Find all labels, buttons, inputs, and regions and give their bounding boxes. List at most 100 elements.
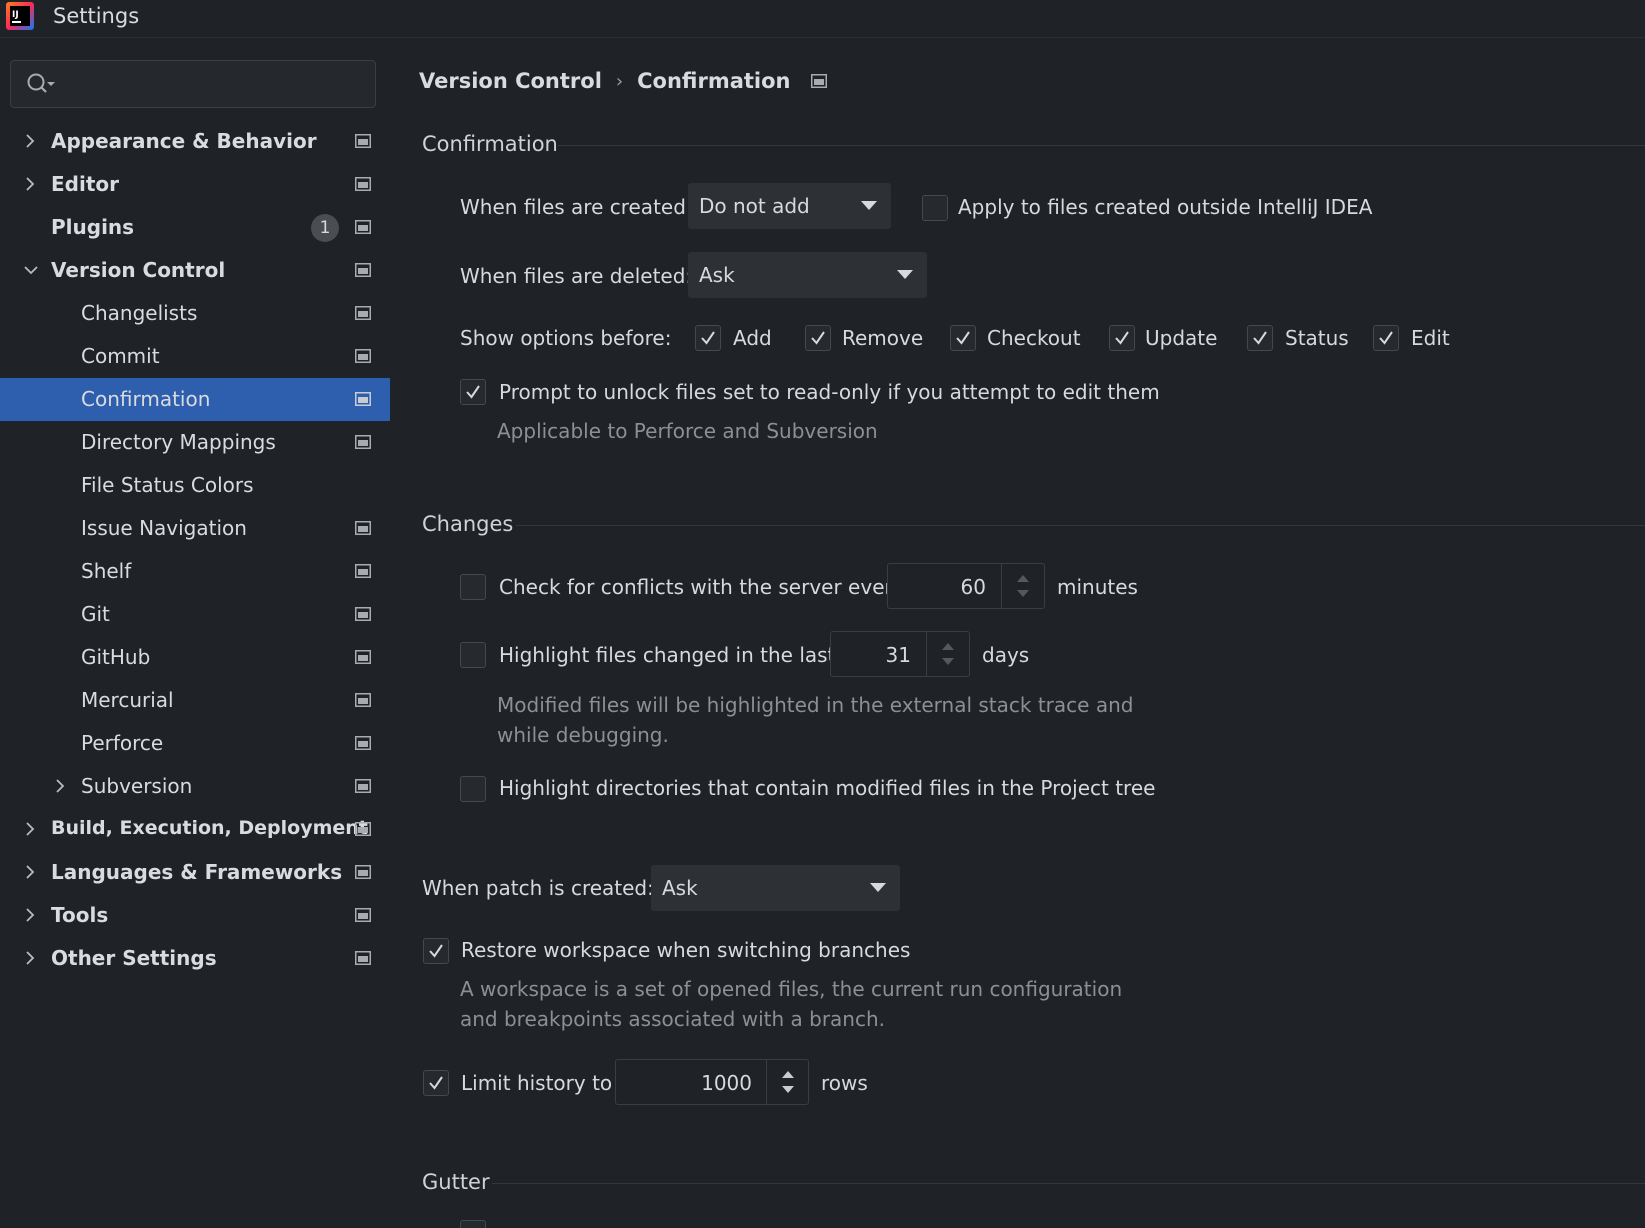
option-remove-checkbox[interactable] [805, 325, 831, 351]
spinner-arrows-icon[interactable] [780, 1068, 796, 1096]
limit-history-checkbox[interactable] [423, 1070, 449, 1096]
workspace-hint-line-1: A workspace is a set of opened files, th… [460, 977, 1123, 1001]
project-level-icon [355, 607, 371, 621]
option-edit-label: Edit [1411, 326, 1450, 350]
chevron-right-icon[interactable] [21, 863, 39, 881]
chevron-right-icon[interactable] [21, 949, 39, 967]
checkmark-icon [466, 385, 480, 399]
project-level-icon [355, 349, 371, 363]
highlight-dirs-checkbox[interactable] [460, 776, 486, 802]
intellij-app-icon: IJ [6, 2, 34, 30]
project-level-icon [355, 951, 371, 965]
checkmark-icon [811, 331, 825, 345]
project-level-icon [355, 306, 371, 320]
prompt-unlock-checkbox[interactable] [460, 379, 486, 405]
files-deleted-label: When files are deleted: [460, 264, 693, 288]
prompt-unlock-label: Prompt to unlock files set to read-only … [499, 380, 1160, 404]
checkmark-icon [429, 1076, 443, 1090]
project-level-icon [355, 134, 371, 148]
highlight-changed-spinner[interactable]: 31 [830, 631, 970, 677]
check-conflicts-checkbox[interactable] [460, 574, 486, 600]
search-icon[interactable] [25, 71, 59, 97]
project-level-icon [355, 908, 371, 922]
option-remove-label: Remove [842, 326, 924, 350]
files-created-label: When files are created: [460, 195, 693, 219]
sidebar-item-subversion[interactable]: Subversion [0, 765, 390, 808]
spinner-arrows-icon[interactable] [940, 640, 956, 668]
check-conflicts-spinner[interactable]: 60 [887, 563, 1045, 609]
project-level-icon [355, 650, 371, 664]
breadcrumb-parent[interactable]: Version Control [419, 69, 602, 93]
project-level-icon [355, 392, 371, 406]
search-input[interactable] [67, 67, 357, 101]
option-edit-checkbox[interactable] [1373, 325, 1399, 351]
sidebar-item-tools[interactable]: Tools [0, 894, 390, 937]
sidebar-item-build-execution-deployment[interactable]: Build, Execution, Deployment [0, 808, 390, 851]
sidebar-item-issue-navigation[interactable]: Issue Navigation [0, 507, 390, 550]
sidebar-item-languages-frameworks[interactable]: Languages & Frameworks [0, 851, 390, 894]
sidebar-item-label: Plugins [51, 215, 135, 239]
sidebar-item-file-status-colors[interactable]: File Status Colors [0, 464, 390, 507]
sidebar-item-label: Build, Execution, Deployment [51, 817, 368, 839]
files-deleted-value: Ask [699, 263, 735, 287]
option-status-checkbox[interactable] [1247, 325, 1273, 351]
spinner-arrows-icon[interactable] [1015, 572, 1031, 600]
sidebar-item-label: Other Settings [51, 946, 217, 970]
patch-created-dropdown[interactable]: Ask [651, 865, 900, 911]
option-update-checkbox[interactable] [1109, 325, 1135, 351]
gutter-checkbox-partial[interactable] [460, 1220, 486, 1228]
sidebar-item-plugins[interactable]: Plugins 1 [0, 206, 390, 249]
confirmation-section-title: Confirmation [422, 132, 558, 156]
breadcrumb-separator: › [615, 70, 624, 92]
sidebar-item-other-settings[interactable]: Other Settings [0, 937, 390, 980]
files-deleted-dropdown[interactable]: Ask [688, 252, 927, 298]
sidebar-item-appearance-behavior[interactable]: Appearance & Behavior [0, 120, 390, 163]
highlight-changed-checkbox[interactable] [460, 642, 486, 668]
project-level-icon [355, 779, 371, 793]
sidebar-item-commit[interactable]: Commit [0, 335, 390, 378]
sidebar-item-changelists[interactable]: Changelists [0, 292, 390, 335]
sidebar-item-confirmation[interactable]: Confirmation [0, 378, 390, 421]
plugins-update-badge: 1 [311, 214, 339, 242]
sidebar-item-version-control[interactable]: Version Control [0, 249, 390, 292]
sidebar-item-directory-mappings[interactable]: Directory Mappings [0, 421, 390, 464]
limit-history-unit: rows [821, 1071, 868, 1095]
sidebar-item-mercurial[interactable]: Mercurial [0, 679, 390, 722]
sidebar-item-label: File Status Colors [81, 473, 254, 497]
files-created-value: Do not add [699, 194, 810, 218]
chevron-right-icon[interactable] [21, 175, 39, 193]
sidebar-item-editor[interactable]: Editor [0, 163, 390, 206]
chevron-right-icon[interactable] [21, 820, 39, 838]
project-level-icon [355, 435, 371, 449]
project-level-icon [355, 564, 371, 578]
sidebar-item-github[interactable]: GitHub [0, 636, 390, 679]
restore-workspace-checkbox[interactable] [423, 938, 449, 964]
sidebar-item-label: Shelf [81, 559, 132, 583]
sidebar-item-perforce[interactable]: Perforce [0, 722, 390, 765]
sidebar-item-git[interactable]: Git [0, 593, 390, 636]
option-checkout-checkbox[interactable] [950, 325, 976, 351]
sidebar-item-label: Changelists [81, 301, 198, 325]
chevron-right-icon[interactable] [51, 777, 69, 795]
settings-search[interactable] [10, 60, 376, 108]
project-level-icon [355, 177, 371, 191]
patch-created-value: Ask [662, 876, 698, 900]
sidebar-item-label: Commit [81, 344, 160, 368]
chevron-right-icon[interactable] [21, 906, 39, 924]
spinner-divider [766, 1060, 767, 1104]
breadcrumb-current: Confirmation [637, 69, 791, 93]
files-created-dropdown[interactable]: Do not add [688, 183, 891, 229]
option-add-checkbox[interactable] [695, 325, 721, 351]
apply-outside-checkbox[interactable] [922, 195, 948, 221]
limit-history-spinner[interactable]: 1000 [615, 1059, 809, 1105]
sidebar-item-shelf[interactable]: Shelf [0, 550, 390, 593]
highlight-changed-value: 31 [885, 643, 911, 667]
chevron-down-icon[interactable] [22, 261, 40, 279]
project-level-icon [355, 220, 371, 234]
check-conflicts-label: Check for conflicts with the server ever… [499, 575, 905, 599]
chevron-right-icon[interactable] [21, 132, 39, 150]
limit-history-value: 1000 [701, 1071, 752, 1095]
dropdown-arrow-icon [870, 883, 886, 892]
checkmark-icon [956, 331, 970, 345]
option-update-label: Update [1145, 326, 1218, 350]
